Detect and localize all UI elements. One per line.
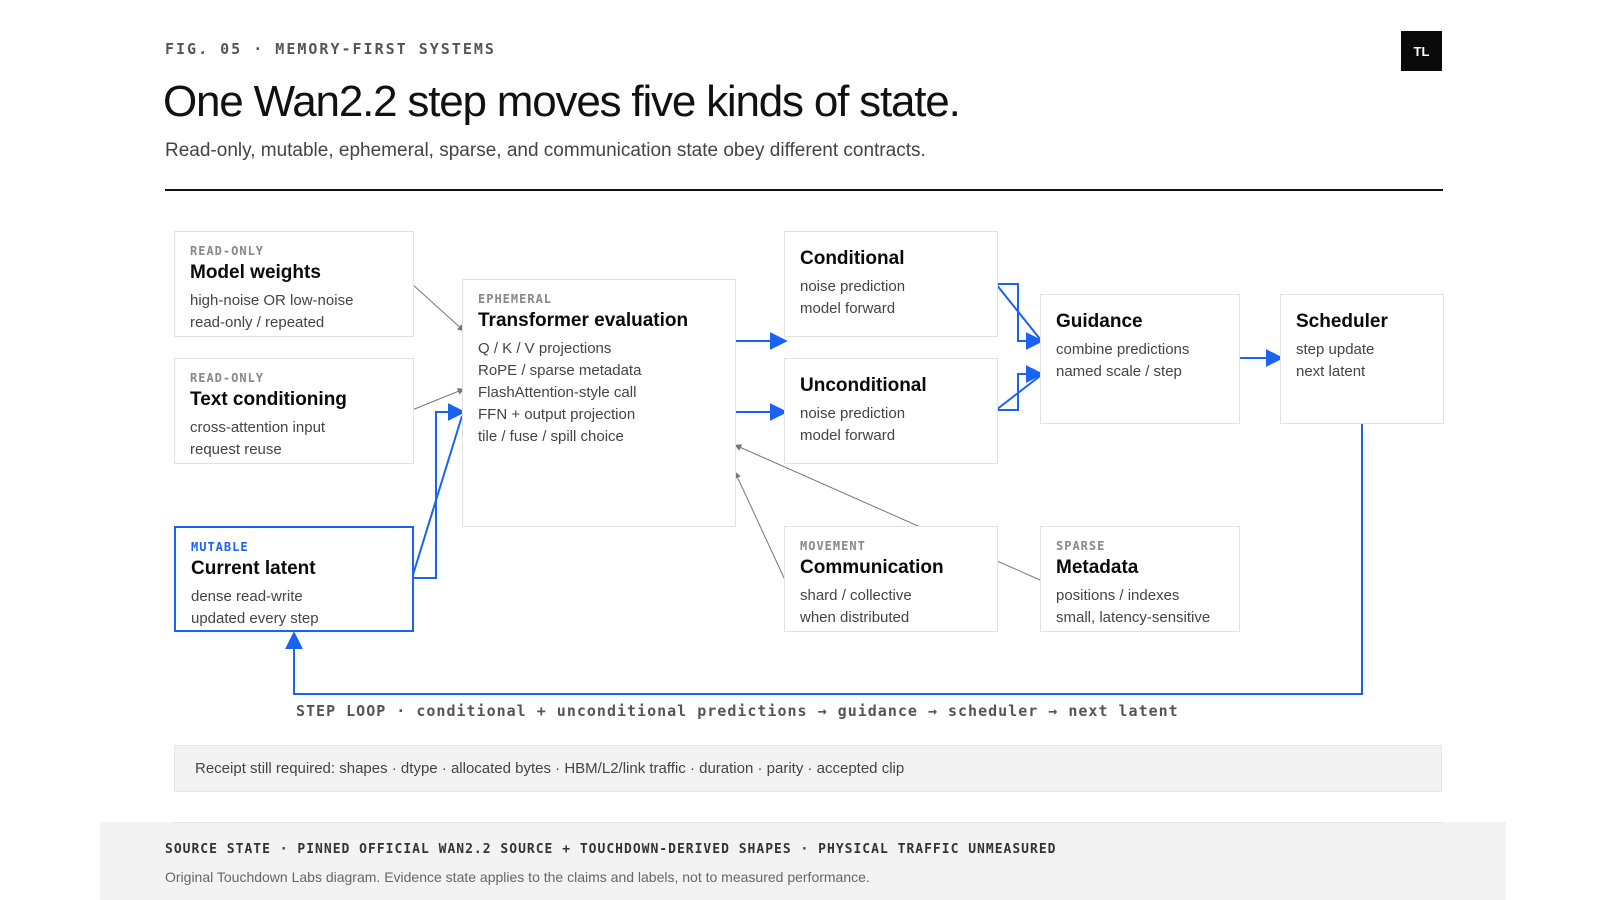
node-detail: positions / indexes — [1056, 587, 1180, 604]
node-conditional: Conditional noise prediction model forwa… — [784, 231, 998, 337]
edge-communication-to-transformer — [734, 471, 786, 581]
node-detail: shard / collective — [800, 587, 912, 604]
edge-text-to-transformer — [411, 388, 465, 411]
node-tag: EPHEMERAL — [478, 292, 553, 306]
node-detail: dense read-write — [191, 588, 303, 605]
node-title: Unconditional — [800, 375, 927, 396]
node-detail: small, latency-sensitive — [1056, 609, 1211, 626]
receipt-text: Receipt still required: shapes · dtype ·… — [195, 760, 905, 777]
node-unconditional: Unconditional noise prediction model for… — [784, 358, 998, 464]
node-detail: FFN + output projection — [478, 406, 636, 423]
node-detail: step update — [1296, 341, 1375, 358]
node-scheduler: Scheduler step update next latent — [1280, 294, 1444, 424]
node-tag: READ-ONLY — [190, 371, 265, 385]
node-title: Transformer evaluation — [478, 310, 689, 331]
node-text-conditioning: READ-ONLY Text conditioning cross-attent… — [174, 358, 414, 464]
node-model-weights: READ-ONLY Model weights high-noise OR lo… — [174, 231, 414, 337]
node-tag: MUTABLE — [191, 540, 249, 554]
node-detail: model forward — [800, 300, 896, 317]
node-detail: request reuse — [190, 441, 282, 458]
node-detail: cross-attention input — [190, 419, 326, 436]
node-detail: updated every step — [191, 610, 319, 627]
node-detail: RoPE / sparse metadata — [478, 362, 642, 379]
edge-weights-to-transformer — [411, 283, 465, 332]
node-detail: model forward — [800, 427, 896, 444]
node-title: Current latent — [191, 558, 316, 579]
node-guidance: Guidance combine predictions named scale… — [1040, 294, 1240, 424]
node-detail: next latent — [1296, 363, 1366, 380]
node-current-latent: MUTABLE Current latent dense read-write … — [174, 526, 414, 632]
node-detail: Q / K / V projections — [478, 340, 612, 357]
node-tag: READ-ONLY — [190, 244, 265, 258]
footer-note: Original Touchdown Labs diagram. Evidenc… — [165, 869, 870, 885]
node-detail: read-only / repeated — [190, 314, 325, 331]
step-loop-caption: STEP LOOP · conditional + unconditional … — [296, 702, 1179, 720]
node-title: Model weights — [190, 262, 321, 283]
node-detail: FlashAttention-style call — [478, 384, 637, 401]
node-title: Guidance — [1056, 311, 1143, 332]
node-title: Scheduler — [1296, 311, 1388, 332]
footer-divider — [174, 822, 1442, 823]
footer-panel — [100, 822, 1506, 900]
node-detail: combine predictions — [1056, 341, 1190, 358]
node-detail: named scale / step — [1056, 363, 1182, 380]
node-metadata: SPARSE Metadata positions / indexes smal… — [1040, 526, 1240, 632]
node-title: Communication — [800, 557, 944, 578]
node-detail: tile / fuse / spill choice — [478, 428, 624, 445]
node-title: Metadata — [1056, 557, 1139, 578]
node-communication: MOVEMENT Communication shard / collectiv… — [784, 526, 998, 632]
node-tag: SPARSE — [1056, 539, 1106, 553]
receipt-banner: Receipt still required: shapes · dtype ·… — [174, 745, 1442, 792]
node-title: Conditional — [800, 248, 905, 269]
footer-source-state: SOURCE STATE · PINNED OFFICIAL WAN2.2 SO… — [165, 842, 1057, 857]
node-title: Text conditioning — [190, 389, 347, 410]
node-detail: noise prediction — [800, 405, 906, 422]
node-detail: noise prediction — [800, 278, 906, 295]
node-detail: high-noise OR low-noise — [190, 292, 354, 309]
node-transformer-evaluation: EPHEMERAL Transformer evaluation Q / K /… — [462, 279, 736, 527]
node-tag: MOVEMENT — [800, 539, 866, 553]
node-detail: when distributed — [800, 609, 910, 626]
